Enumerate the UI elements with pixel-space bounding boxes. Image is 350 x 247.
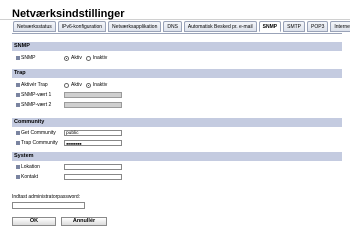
tab-automatisk-besked[interactable]: Automatisk Besked pr. e-mail [183, 21, 257, 32]
snmp-vaert-2-input[interactable] [64, 102, 122, 108]
section-snmp: SNMP SNMP Aktiv Inaktiv [12, 42, 342, 63]
tab-dns[interactable]: DNS [163, 21, 182, 32]
page-title-bar: Netværksindstillinger [0, 0, 350, 20]
radio-trap-inaktiv[interactable] [85, 82, 91, 88]
section-header-snmp: SNMP [12, 42, 342, 51]
label-snmp: SNMP [21, 55, 36, 61]
radio-trap-aktiv[interactable] [64, 82, 69, 88]
radio-label-snmp-inaktiv: Inaktiv [92, 55, 108, 61]
tab-smtp[interactable]: SMTP [283, 21, 306, 32]
section-header-trap: Trap [12, 69, 342, 78]
label-snmp-vaert-1: SNMP-vært 1 [21, 92, 52, 98]
settings-panel: SNMP SNMP Aktiv Inaktiv Trap Aktivér Tra… [12, 33, 342, 205]
trap-community-input[interactable]: ●●●●●●●● [64, 140, 122, 146]
tab-internetfax[interactable]: Internetfax [330, 21, 350, 32]
cancel-button[interactable]: Annullér [61, 217, 107, 226]
label-trap-community: Trap Community [21, 140, 58, 146]
tab-netvaerksapplikation[interactable]: Netværksapplikation [108, 21, 162, 32]
bullet-icon [16, 83, 20, 87]
tab-bar: Netværksstatus IPv6-konfiguration Netvær… [13, 21, 350, 33]
bullet-icon [16, 131, 20, 135]
label-snmp-vaert-2: SNMP-vært 2 [21, 102, 52, 108]
bullet-icon [16, 175, 20, 179]
admin-password-label: Indtast administratorpassword: [12, 194, 81, 200]
radio-snmp-inaktiv[interactable] [85, 55, 91, 61]
radio-label-trap-inaktiv: Inaktiv [92, 82, 108, 88]
tab-snmp[interactable]: SNMP [258, 21, 282, 32]
section-header-community: Community [12, 118, 342, 127]
bullet-icon [16, 93, 20, 97]
row-lokation: Lokation [12, 162, 342, 172]
section-community: Community Get Community public Trap Comm… [12, 118, 342, 148]
row-kontakt: Kontakt [12, 172, 342, 182]
lokation-input[interactable] [64, 164, 122, 170]
label-kontakt: Kontakt [21, 174, 38, 180]
label-get-community: Get Community [21, 130, 56, 136]
bullet-icon [16, 56, 20, 60]
label-lokation: Lokation [21, 164, 40, 170]
row-snmp: SNMP Aktiv Inaktiv [12, 53, 342, 63]
page-title: Netværksindstillinger [12, 8, 125, 20]
get-community-input[interactable]: public [64, 130, 122, 136]
section-header-system: System [12, 152, 342, 161]
kontakt-input[interactable] [64, 174, 122, 180]
tab-netvaerksstatus[interactable]: Netværksstatus [13, 21, 56, 32]
tab-pop3[interactable]: POP3 [307, 21, 329, 32]
row-snmp-vaert-1: SNMP-vært 1 [12, 90, 342, 100]
admin-password-input[interactable] [12, 202, 85, 209]
row-snmp-vaert-2: SNMP-vært 2 [12, 100, 342, 110]
radio-label-snmp-aktiv: Aktiv [71, 55, 82, 61]
bullet-icon [16, 165, 20, 169]
bullet-icon [16, 103, 20, 107]
radio-label-trap-aktiv: Aktiv [71, 82, 82, 88]
row-aktiver-trap: Aktivér Trap Aktiv Inaktiv [12, 80, 342, 90]
label-aktiver-trap: Aktivér Trap [21, 82, 48, 88]
bullet-icon [16, 141, 20, 145]
row-trap-community: Trap Community ●●●●●●●● [12, 138, 342, 148]
section-trap: Trap Aktivér Trap Aktiv Inaktiv SNMP-vær… [12, 69, 342, 110]
tab-ipv6-konfiguration[interactable]: IPv6-konfiguration [57, 21, 107, 32]
radio-snmp-aktiv[interactable] [64, 55, 69, 61]
section-system: System Lokation Kontakt [12, 152, 342, 182]
snmp-vaert-1-input[interactable] [64, 92, 122, 98]
row-get-community: Get Community public [12, 128, 342, 138]
ok-button[interactable]: OK [12, 217, 56, 226]
